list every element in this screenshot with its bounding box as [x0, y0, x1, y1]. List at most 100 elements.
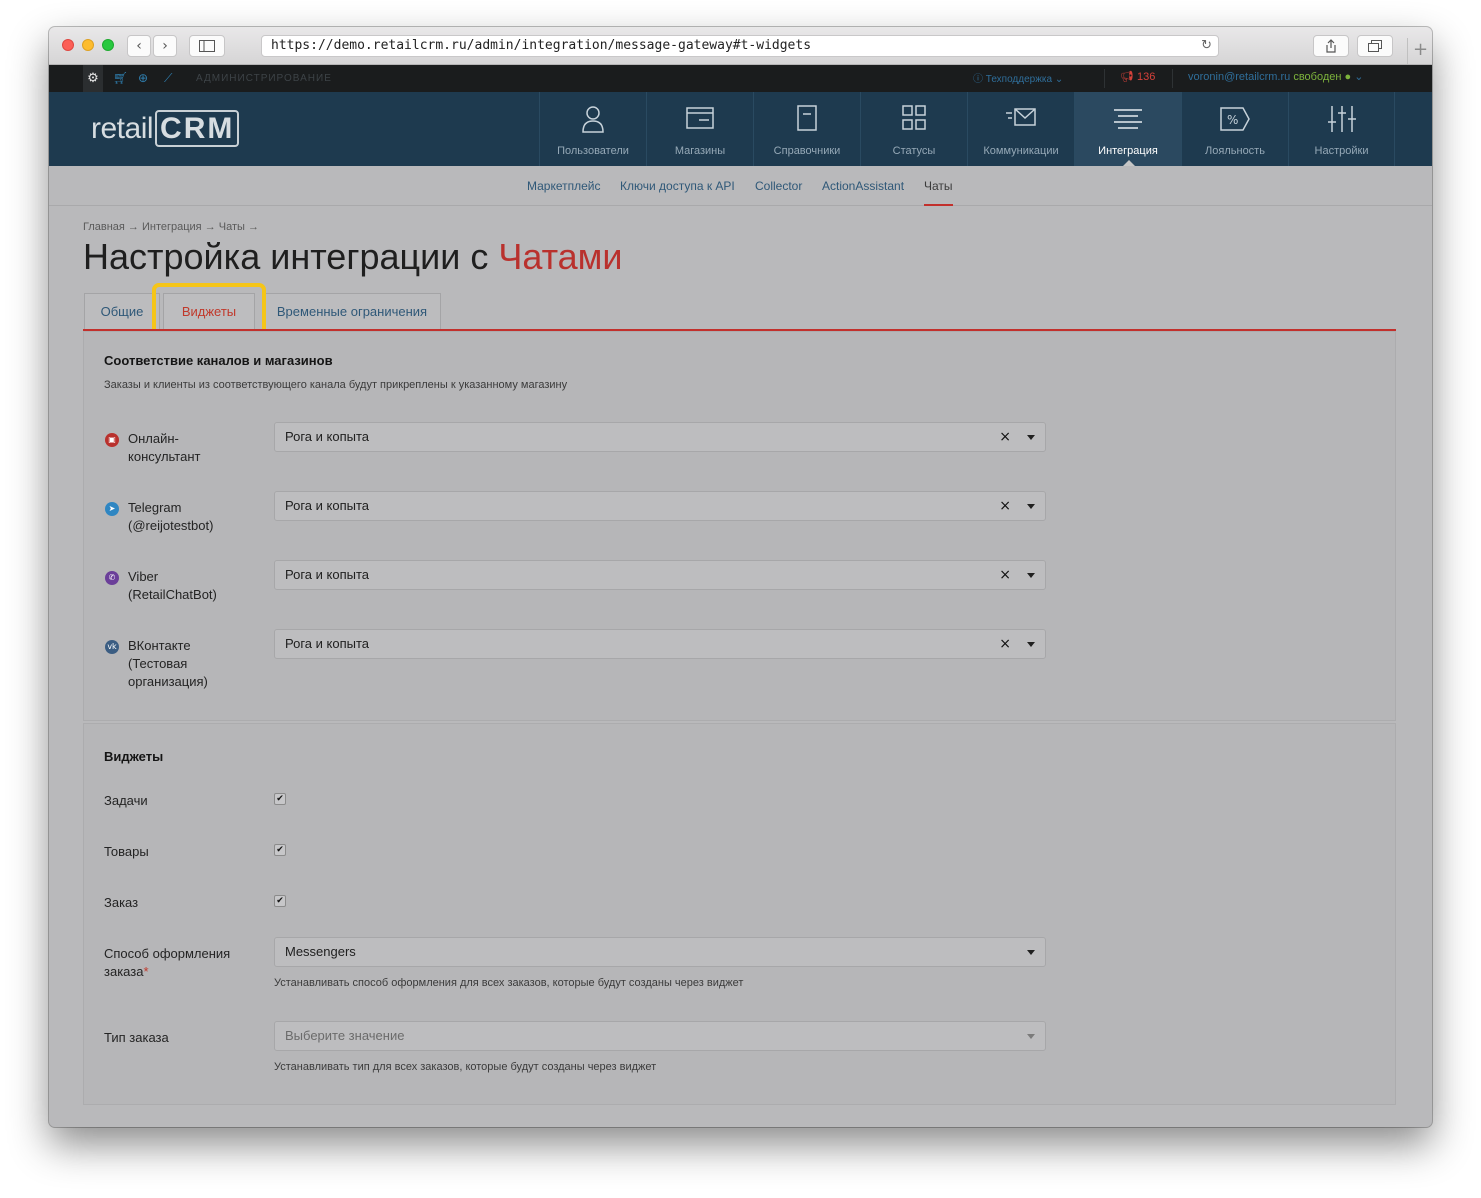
nav-users[interactable]: Пользователи — [539, 92, 646, 166]
dropdown-arrow-icon — [1027, 642, 1035, 647]
user-status: свободен — [1293, 71, 1342, 83]
select-value: Messengers — [285, 944, 356, 959]
vk-icon: vk — [105, 640, 119, 654]
tabs-icon — [1368, 40, 1382, 52]
statuses-icon — [902, 105, 926, 130]
admin-gear-icon[interactable]: ⚙ — [83, 65, 103, 92]
subnav-actionassistant[interactable]: ActionAssistant — [822, 179, 904, 193]
select-placeholder: Выберите значение — [285, 1028, 405, 1043]
user-menu[interactable]: voronin@retailcrm.ru свободен ● ⌄ — [1188, 70, 1363, 83]
clear-icon[interactable]: × — [999, 423, 1011, 451]
nav-stores-label: Магазины — [674, 145, 726, 157]
main-header: retail CRM Пользователи Магазины Справочн… — [49, 92, 1432, 166]
support-label: Техподдержка — [985, 74, 1053, 85]
cart-icon[interactable]: 🛒︎ — [113, 71, 128, 85]
divider — [1172, 69, 1173, 88]
tab-general[interactable]: Общие — [84, 293, 160, 330]
channel-label-online: Онлайн-консультант — [128, 431, 201, 464]
user-icon — [582, 106, 604, 133]
order-method-label: Способ оформления заказа* — [104, 945, 244, 981]
select-value: Рога и копыта — [285, 636, 369, 651]
tab-time-restrictions[interactable]: Временные ограничения — [263, 293, 441, 330]
sidebar-icon — [199, 40, 215, 52]
back-button[interactable]: ‹ — [127, 35, 151, 57]
order-method-hint: Устанавливать способ оформления для всех… — [274, 977, 744, 989]
widget-checkbox-tasks[interactable]: ✔ — [274, 793, 286, 805]
minimize-window-button[interactable] — [82, 39, 94, 51]
address-bar[interactable]: https://demo.retailcrm.ru/admin/integrat… — [261, 35, 1219, 57]
subnav-collector[interactable]: Collector — [755, 179, 802, 193]
nav-users-label: Пользователи — [557, 145, 629, 157]
reload-icon[interactable]: ↻ — [1201, 36, 1212, 56]
order-type-select[interactable]: Выберите значение — [274, 1021, 1046, 1051]
store-icon — [686, 107, 714, 129]
order-method-select[interactable]: Messengers — [274, 937, 1046, 967]
breadcrumb[interactable]: Главная → Интеграция → Чаты → — [83, 221, 259, 233]
clear-icon[interactable]: × — [999, 492, 1011, 520]
channels-panel: Соответствие каналов и магазинов Заказы … — [83, 331, 1396, 721]
clear-icon[interactable]: × — [999, 561, 1011, 589]
subnav-marketplace[interactable]: Маркетплейс — [527, 179, 601, 193]
nav-statuses[interactable]: Статусы — [860, 92, 967, 166]
notifications-count: 136 — [1137, 71, 1156, 83]
notifications-link[interactable]: 📢︎ 136 — [1120, 70, 1155, 83]
maximize-window-button[interactable] — [102, 39, 114, 51]
nav-references[interactable]: Справочники — [753, 92, 860, 166]
new-tab-button[interactable]: + — [1407, 38, 1432, 64]
forward-button[interactable]: › — [153, 35, 177, 57]
widget-checkbox-products[interactable]: ✔ — [274, 844, 286, 856]
logo-retail: retail — [91, 112, 154, 145]
channel-store-select-viber[interactable]: Рога и копыта × — [274, 560, 1046, 590]
select-value: Рога и копыта — [285, 567, 369, 582]
logo-crm: CRM — [155, 110, 240, 147]
nav-integration[interactable]: Интеграция — [1074, 92, 1181, 166]
chevron-down-icon: ⌄ — [1354, 71, 1364, 83]
loyalty-icon: % — [1220, 107, 1250, 131]
nav-communications[interactable]: Коммуникации — [967, 92, 1074, 166]
online-consultant-icon: ▣ — [105, 433, 119, 447]
communications-icon — [1006, 108, 1036, 126]
select-value: Рога и копыта — [285, 498, 369, 513]
share-button[interactable] — [1313, 35, 1349, 57]
reference-icon — [797, 105, 817, 131]
subnav-api-keys[interactable]: Ключи доступа к API — [620, 179, 735, 193]
share-icon — [1326, 39, 1336, 53]
retailcrm-logo[interactable]: retail CRM — [91, 110, 240, 147]
divider — [1104, 69, 1105, 88]
subnav-chats[interactable]: Чаты — [924, 179, 953, 193]
nav-loyalty[interactable]: % Лояльность — [1181, 92, 1288, 166]
channel-store-select-online[interactable]: Рога и копыта × — [274, 422, 1046, 452]
support-link[interactable]: ⓘ Техподдержка ⌄ — [973, 70, 1063, 85]
admin-section-label: АДМИНИСТРИРОВАНИЕ — [196, 73, 332, 84]
close-window-button[interactable] — [62, 39, 74, 51]
support-lifebuoy-icon[interactable]: ⊕ — [138, 71, 148, 85]
channel-store-select-telegram[interactable]: Рога и копыта × — [274, 491, 1046, 521]
order-type-hint: Устанавливать тип для всех заказов, кото… — [274, 1061, 657, 1073]
analytics-icon[interactable]: ⟋ — [164, 71, 172, 86]
widgets-title: Виджеты — [104, 749, 164, 764]
channel-label-telegram: Telegram (@reijotestbot) — [128, 500, 214, 533]
clear-icon[interactable]: × — [999, 630, 1011, 658]
chevron-down-icon: ⌄ — [1054, 74, 1064, 85]
dropdown-arrow-icon — [1027, 504, 1035, 509]
widget-checkbox-order[interactable]: ✔ — [274, 895, 286, 907]
nav-loyalty-label: Лояльность — [1205, 145, 1265, 157]
dropdown-arrow-icon — [1027, 1034, 1035, 1039]
nav-statuses-label: Статусы — [892, 145, 936, 157]
megaphone-icon: 📢︎ — [1120, 71, 1134, 83]
page-title-prefix: Настройка интеграции с — [83, 236, 499, 277]
sidebar-toggle-button[interactable] — [189, 35, 225, 57]
nav-stores[interactable]: Магазины — [646, 92, 753, 166]
status-dot-icon: ● — [1344, 71, 1352, 83]
integration-subnav: Маркетплейс Ключи доступа к API Collecto… — [49, 166, 1432, 206]
channel-store-select-vk[interactable]: Рога и копыта × — [274, 629, 1046, 659]
order-method-label-text: Способ оформления заказа — [104, 946, 231, 979]
widget-label-order: Заказ — [104, 895, 139, 910]
dropdown-arrow-icon — [1027, 435, 1035, 440]
user-email: voronin@retailcrm.ru — [1188, 71, 1291, 83]
channel-label-vk: ВКонтакте (Тестовая организация) — [128, 638, 208, 689]
tabs-overview-button[interactable] — [1357, 35, 1393, 57]
page-title: Настройка интеграции с Чатами — [83, 236, 623, 278]
nav-settings[interactable]: Настройки — [1288, 92, 1395, 166]
channels-title: Соответствие каналов и магазинов — [104, 353, 333, 368]
